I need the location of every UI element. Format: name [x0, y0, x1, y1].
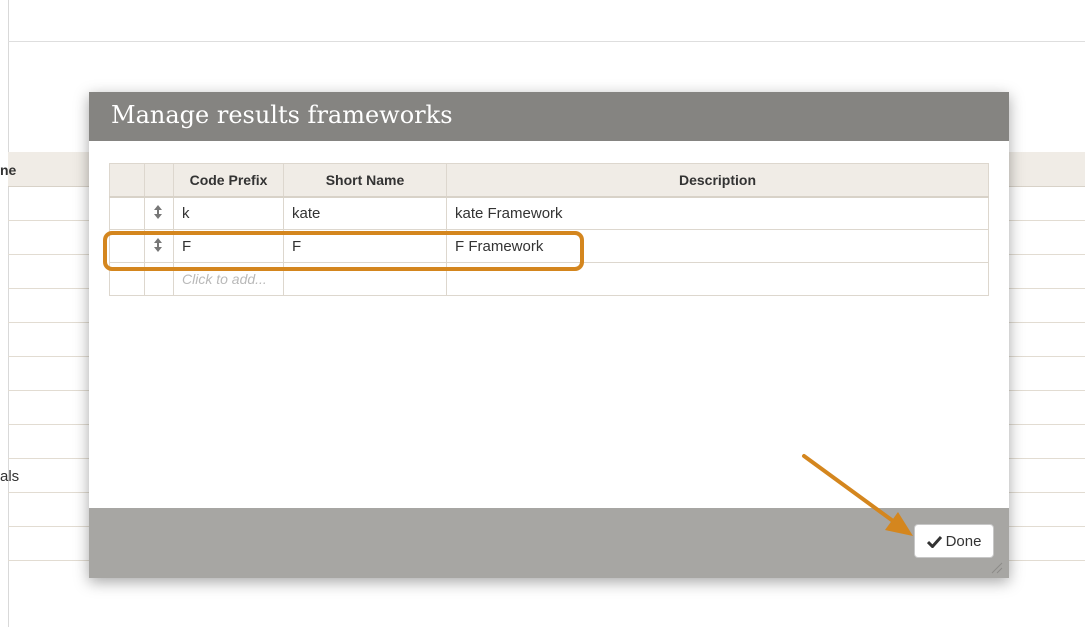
dialog-title-bar[interactable]: Manage results frameworks: [89, 92, 1009, 141]
page-top-border: [8, 41, 1085, 42]
drag-handle-icon[interactable]: [144, 196, 174, 230]
column-header-drag: [144, 163, 174, 198]
highlight-box: [103, 231, 584, 271]
check-icon: [926, 535, 942, 548]
table-header-row: Code Prefix Short Name Description: [109, 163, 989, 198]
background-header-label: ne: [0, 162, 17, 178]
short-name-cell[interactable]: kate: [283, 196, 447, 230]
column-header-code-prefix[interactable]: Code Prefix: [173, 163, 284, 198]
background-row-label: als: [0, 468, 20, 485]
row-select-cell[interactable]: [109, 196, 145, 230]
table-row[interactable]: k kate kate Framework: [109, 196, 989, 230]
page-divider: [8, 0, 9, 627]
code-prefix-cell[interactable]: k: [173, 196, 284, 230]
resize-grip-icon[interactable]: [987, 558, 1003, 574]
dialog-footer: [89, 508, 1009, 578]
frameworks-table: Code Prefix Short Name Description k kat…: [109, 163, 989, 296]
done-button-label: Done: [945, 532, 982, 550]
column-header-description[interactable]: Description: [446, 163, 989, 198]
description-cell[interactable]: kate Framework: [446, 196, 989, 230]
column-header-short-name[interactable]: Short Name: [283, 163, 447, 198]
manage-frameworks-dialog: Manage results frameworks Code Prefix Sh…: [89, 92, 1009, 578]
column-header-select: [109, 163, 145, 198]
dialog-title: Manage results frameworks: [111, 101, 453, 129]
done-button[interactable]: Done: [914, 524, 994, 558]
